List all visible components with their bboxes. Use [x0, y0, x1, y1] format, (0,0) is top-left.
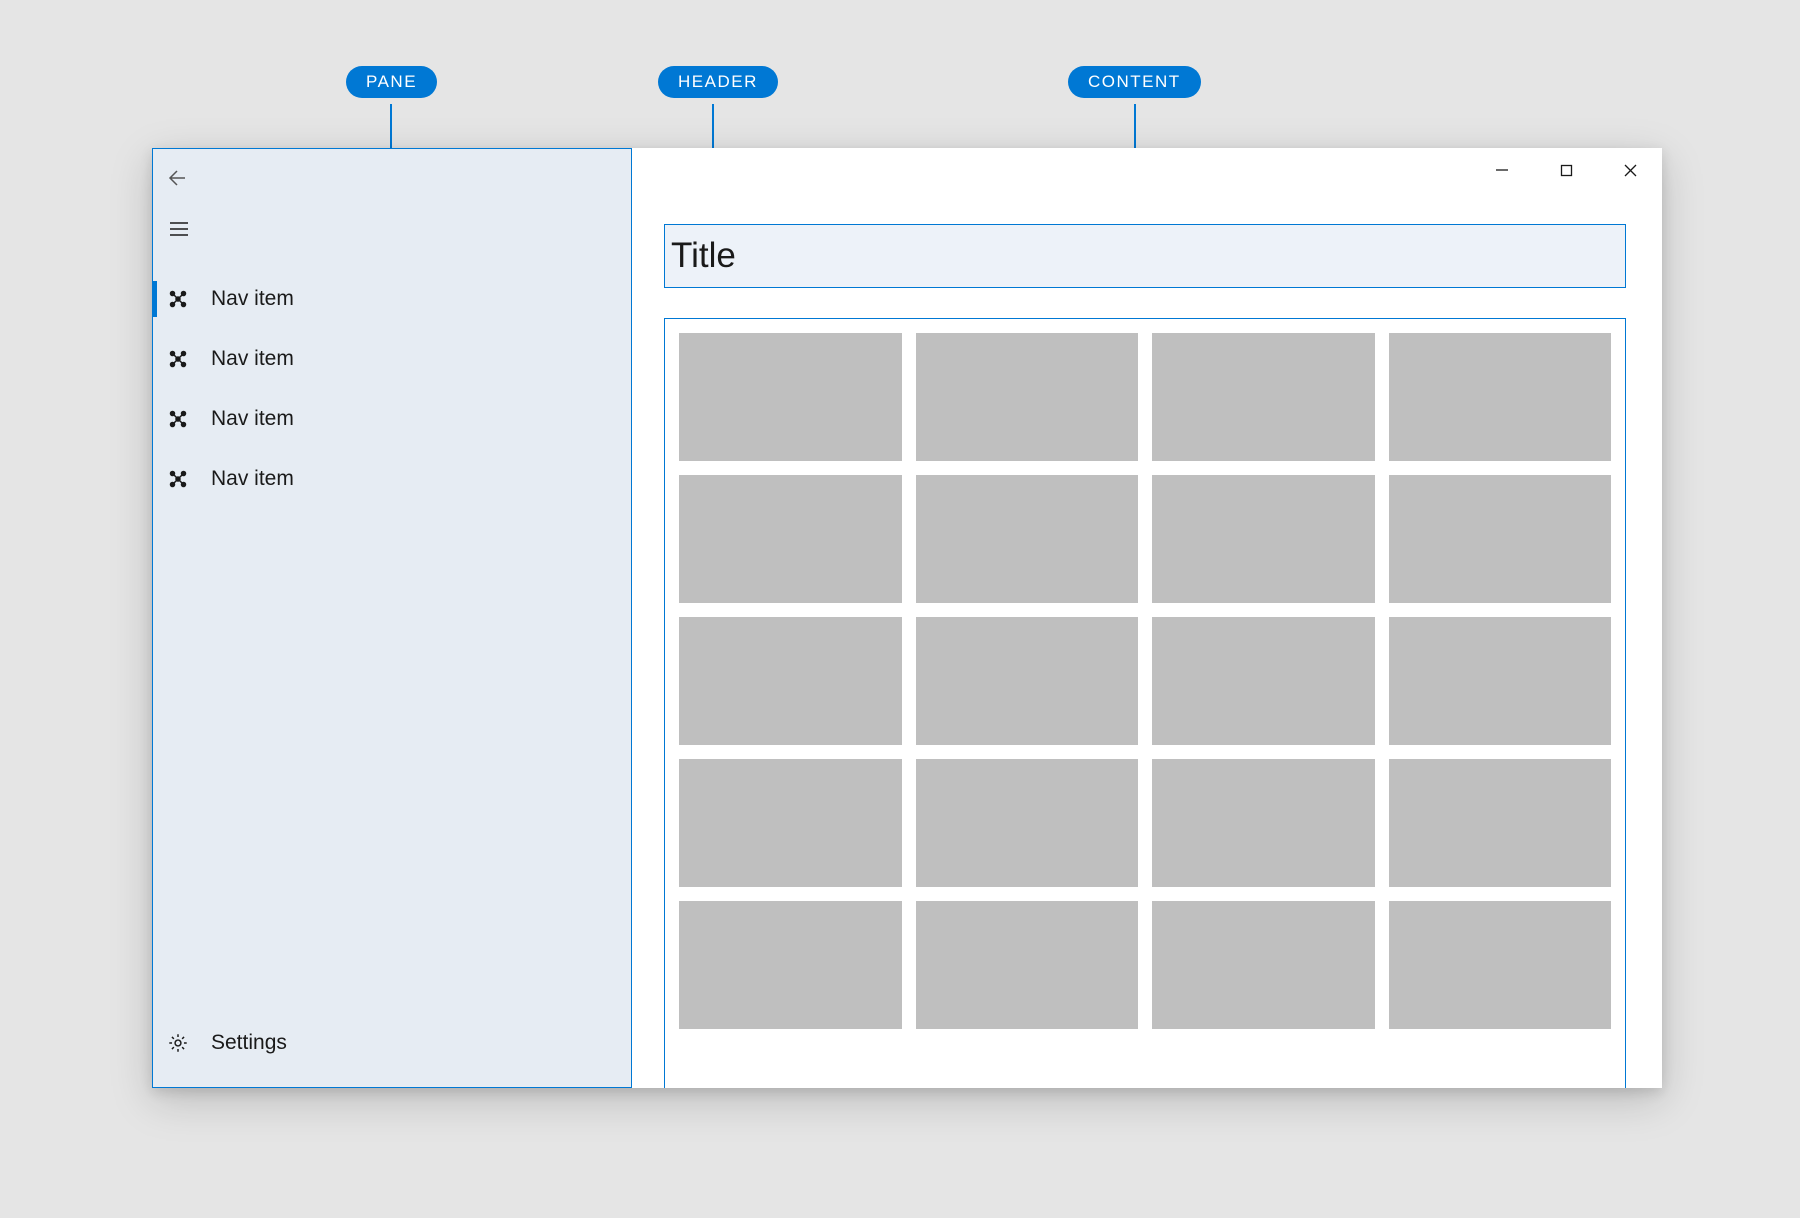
content-tile[interactable]: [1389, 475, 1612, 603]
nav-item[interactable]: Nav item: [153, 449, 631, 509]
content-area: [664, 318, 1626, 1088]
content-tile[interactable]: [1389, 333, 1612, 461]
content-tile[interactable]: [1152, 475, 1375, 603]
content-tile[interactable]: [679, 617, 902, 745]
nav-item[interactable]: Nav item: [153, 269, 631, 329]
nav-item[interactable]: Nav item: [153, 329, 631, 389]
content-tile[interactable]: [1389, 617, 1612, 745]
page-title: Title: [671, 236, 736, 276]
content-tile[interactable]: [1152, 901, 1375, 1029]
content-tile[interactable]: [916, 901, 1139, 1029]
nav-item-icon: [167, 288, 189, 310]
content-tile[interactable]: [916, 475, 1139, 603]
annotation-pane-line: [390, 104, 392, 148]
hamburger-icon: [167, 217, 191, 241]
nav-item-icon: [167, 468, 189, 490]
window-controls: [1470, 148, 1662, 192]
content-tile[interactable]: [1152, 759, 1375, 887]
content-tile[interactable]: [679, 759, 902, 887]
back-button[interactable]: [153, 155, 631, 201]
nav-list: Nav item Nav item Nav item Nav item: [153, 269, 631, 509]
maximize-button[interactable]: [1534, 148, 1598, 192]
nav-item-icon: [167, 348, 189, 370]
nav-item-label: Nav item: [211, 407, 294, 431]
main-area: Title: [632, 148, 1662, 1088]
nav-item[interactable]: Nav item: [153, 389, 631, 449]
close-button[interactable]: [1598, 148, 1662, 192]
content-tile[interactable]: [916, 333, 1139, 461]
content-tile[interactable]: [679, 901, 902, 1029]
nav-item-label: Nav item: [211, 467, 294, 491]
back-arrow-icon: [165, 166, 189, 190]
settings-label: Settings: [211, 1031, 287, 1055]
close-icon: [1623, 163, 1638, 178]
minimize-icon: [1495, 163, 1509, 177]
maximize-icon: [1560, 164, 1573, 177]
annotation-header-label: HEADER: [658, 66, 778, 98]
gear-icon: [167, 1032, 189, 1054]
content-tile[interactable]: [679, 475, 902, 603]
settings-item[interactable]: Settings: [153, 1013, 631, 1073]
header: Title: [664, 224, 1626, 288]
nav-item-label: Nav item: [211, 347, 294, 371]
annotation-content-label: CONTENT: [1068, 66, 1201, 98]
content-grid: [679, 333, 1611, 1029]
content-tile[interactable]: [679, 333, 902, 461]
navigation-pane: Nav item Nav item Nav item Nav item: [152, 148, 632, 1088]
content-tile[interactable]: [916, 759, 1139, 887]
content-tile[interactable]: [1152, 617, 1375, 745]
content-tile[interactable]: [1152, 333, 1375, 461]
content-tile[interactable]: [1389, 759, 1612, 887]
app-window: Nav item Nav item Nav item Nav item: [152, 148, 1662, 1088]
nav-item-icon: [167, 408, 189, 430]
nav-item-label: Nav item: [211, 287, 294, 311]
content-tile[interactable]: [1389, 901, 1612, 1029]
content-tile[interactable]: [916, 617, 1139, 745]
annotation-pane-label: PANE: [346, 66, 437, 98]
hamburger-button[interactable]: [153, 201, 631, 257]
minimize-button[interactable]: [1470, 148, 1534, 192]
